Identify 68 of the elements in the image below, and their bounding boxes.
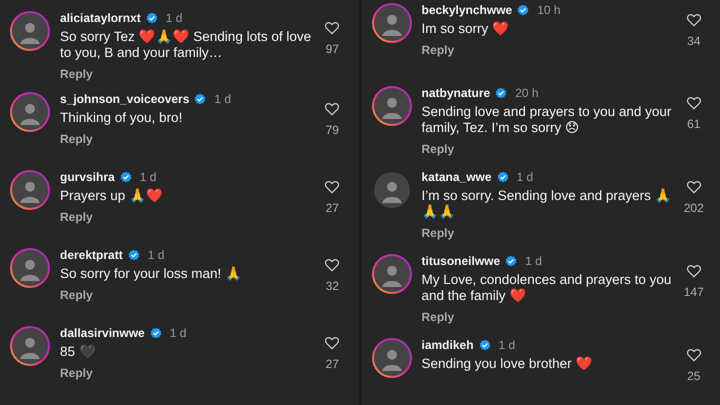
username[interactable]: aliciataylornxt: [60, 11, 141, 25]
avatar[interactable]: [10, 170, 50, 210]
heart-icon[interactable]: [686, 263, 702, 279]
like-count: 61: [687, 117, 700, 131]
like-count: 34: [687, 34, 700, 48]
heart-icon[interactable]: [324, 179, 340, 195]
avatar[interactable]: [10, 92, 50, 132]
username[interactable]: iamdikeh: [422, 338, 474, 352]
reply-link[interactable]: Reply: [60, 210, 93, 224]
like-count: 202: [684, 201, 704, 215]
heart-icon[interactable]: [686, 179, 702, 195]
heart-icon[interactable]: [324, 20, 340, 36]
comment-time: 1 d: [516, 170, 534, 184]
like-count: 97: [326, 42, 339, 56]
comment-text: I’m so sorry. Sending love and prayers 🙏🙏🙏: [422, 188, 673, 220]
heart-icon[interactable]: [686, 95, 702, 111]
heart-icon[interactable]: [324, 335, 340, 351]
comment-text: Sending love and prayers to you and your family, Tez. I’m so sorry 😞: [422, 104, 672, 136]
heart-icon[interactable]: [324, 257, 340, 273]
comment-text: So sorry for your loss man! 🙏: [60, 266, 244, 282]
comment-time: 1 d: [166, 11, 182, 25]
comment-time: 1 d: [140, 170, 156, 184]
comment-time: 10 h: [537, 3, 561, 17]
comment-text: Thinking of you, bro!: [60, 110, 184, 126]
comment-time: 1 d: [170, 326, 186, 340]
username[interactable]: natbynature: [422, 86, 490, 100]
comment-text: 85 🖤: [60, 344, 97, 360]
comment-text: My Love, condolences and prayers to you and the family ❤: [422, 272, 672, 304]
reply-link[interactable]: Reply: [422, 310, 454, 324]
reply-link[interactable]: Reply: [422, 226, 454, 240]
like-count: 79: [326, 123, 339, 137]
avatar[interactable]: [372, 86, 412, 126]
avatar[interactable]: [10, 248, 50, 288]
like-count: 27: [326, 357, 339, 371]
like-count: 25: [687, 369, 700, 383]
username[interactable]: katana_wwe: [422, 170, 492, 184]
reply-link[interactable]: Reply: [60, 288, 93, 302]
username[interactable]: beckylynchwwe: [422, 3, 512, 17]
reply-link[interactable]: Reply: [422, 142, 454, 156]
avatar[interactable]: [372, 3, 412, 43]
comment-time: 1 d: [498, 338, 516, 352]
reply-link[interactable]: Reply: [422, 43, 454, 57]
username[interactable]: gurvsihra: [60, 170, 115, 184]
comment-text: Im so sorry ❤: [422, 21, 510, 37]
username[interactable]: dallasirvinwwe: [60, 326, 145, 340]
comment-time: 1 d: [214, 92, 232, 106]
reply-link[interactable]: Reply: [60, 366, 93, 380]
comment-time: 1 d: [525, 254, 542, 268]
reply-link[interactable]: Reply: [60, 132, 93, 146]
like-count: 27: [326, 201, 339, 215]
like-count: 147: [684, 285, 704, 299]
avatar[interactable]: [10, 11, 50, 51]
comment-time: 1 d: [148, 248, 164, 262]
username[interactable]: titusoneilwwe: [422, 254, 500, 268]
comment-time: 20 h: [515, 86, 539, 100]
heart-icon[interactable]: [324, 101, 340, 117]
avatar[interactable]: [372, 254, 412, 294]
comment-text: So sorry Tez ❤🙏❤ Sending lots of love to you, B and your family…: [60, 29, 312, 61]
avatar[interactable]: [372, 338, 412, 378]
heart-icon[interactable]: [686, 347, 702, 363]
like-count: 32: [326, 279, 339, 293]
comment-text: Prayers up 🙏❤: [60, 188, 164, 204]
reply-link[interactable]: Reply: [60, 67, 93, 81]
username[interactable]: derektpratt: [60, 248, 123, 262]
comment-text: Sending you love brother ❤: [422, 356, 594, 372]
avatar[interactable]: [10, 326, 50, 366]
heart-icon[interactable]: [686, 12, 702, 28]
username[interactable]: s_johnson_voiceovers: [60, 92, 190, 106]
